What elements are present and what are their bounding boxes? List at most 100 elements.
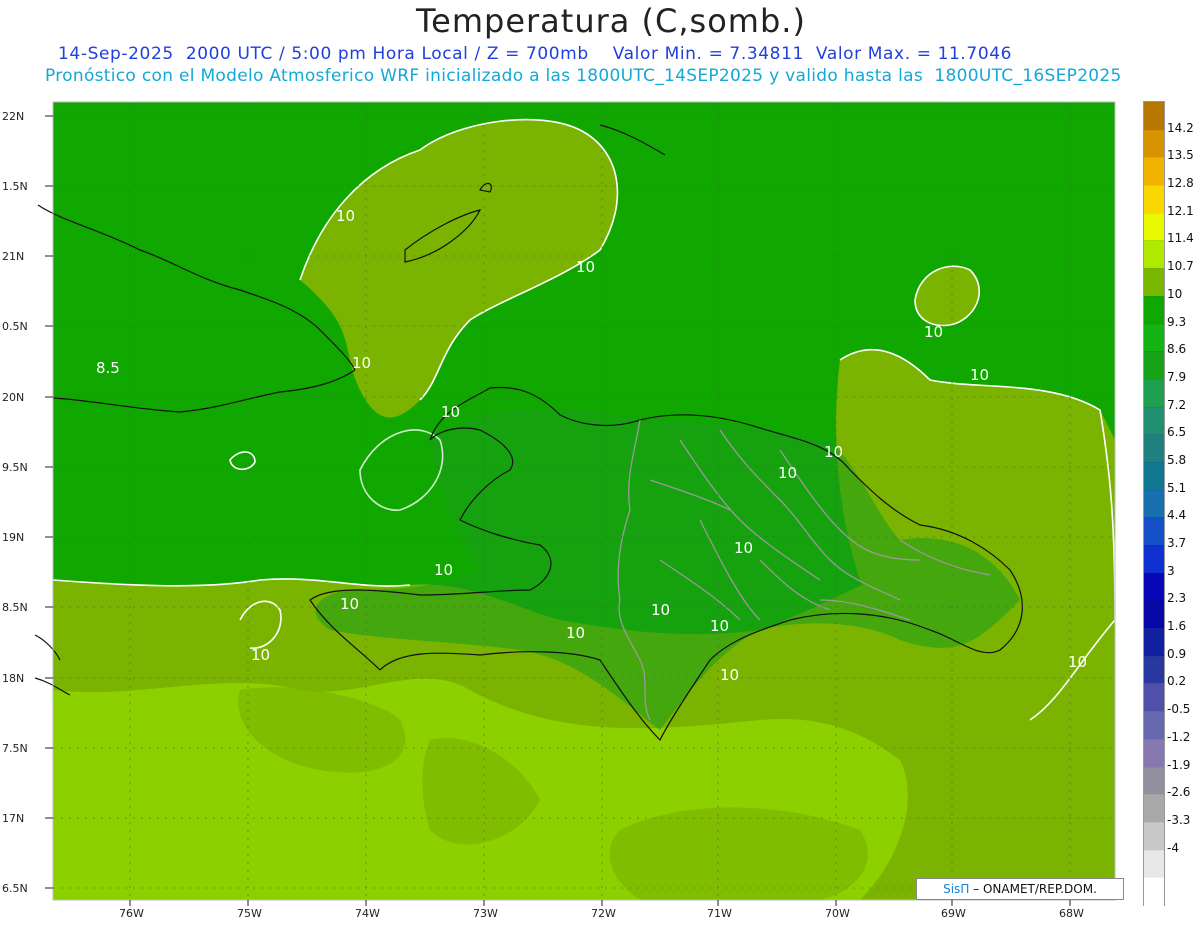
credit-text: – ONAMET/REP.DOM. xyxy=(973,882,1097,896)
contour-label: 10 xyxy=(1068,653,1087,671)
colorbar-label: 11.4 xyxy=(1167,231,1194,246)
colorbar-segment xyxy=(1144,877,1164,906)
contour-label: 10 xyxy=(734,539,753,557)
colorbar-segment xyxy=(1144,212,1164,242)
colorbar-segment xyxy=(1144,240,1164,270)
colorbar-segment xyxy=(1144,766,1164,796)
colorbar-label: 7.2 xyxy=(1167,397,1187,412)
lon-tick: 76W xyxy=(119,907,144,920)
colorbar-label: -0.5 xyxy=(1167,702,1191,717)
latitude-axis: 22N 1.5N 21N 0.5N 20N 9.5N 19N 8.5N 18N … xyxy=(2,110,53,895)
colorbar-segment xyxy=(1144,406,1164,436)
contour-label: 10 xyxy=(720,666,739,684)
colorbar-segment xyxy=(1144,849,1164,879)
lon-tick: 68W xyxy=(1059,907,1084,920)
lat-tick: 18N xyxy=(2,672,24,685)
colorbar-segment xyxy=(1144,378,1164,408)
contour-label: 10 xyxy=(710,617,729,635)
colorbar-label: 0.2 xyxy=(1167,674,1187,689)
colorbar-label: -2.6 xyxy=(1167,785,1191,800)
colorbar xyxy=(1143,101,1165,906)
lon-tick: 75W xyxy=(237,907,262,920)
colorbar-label: 3.7 xyxy=(1167,536,1187,551)
longitude-axis: 76W 75W 74W 73W 72W 71W 70W 69W 68W xyxy=(119,900,1084,920)
lon-tick: 69W xyxy=(941,907,966,920)
contour-label: 10 xyxy=(566,624,585,642)
colorbar-segment xyxy=(1144,323,1164,353)
lat-tick: 19N xyxy=(2,531,24,544)
lat-tick: 17N xyxy=(2,812,24,825)
lon-tick: 74W xyxy=(355,907,380,920)
colorbar-segment xyxy=(1144,600,1164,630)
colorbar-segment xyxy=(1144,572,1164,602)
colorbar-label: -1.9 xyxy=(1167,757,1191,772)
lon-tick: 72W xyxy=(591,907,616,920)
colorbar-label: 12.8 xyxy=(1167,176,1194,191)
colorbar-segment xyxy=(1144,129,1164,159)
colorbar-segment xyxy=(1144,738,1164,768)
colorbar-label: -4 xyxy=(1167,840,1179,855)
contour-label: 10 xyxy=(970,366,989,384)
colorbar-label: 4.4 xyxy=(1167,508,1187,523)
colorbar-segment xyxy=(1144,157,1164,187)
colorbar-segment xyxy=(1144,683,1164,713)
temperature-map: 10 10 10 10 10 10 10 10 10 10 10 10 10 1… xyxy=(2,101,1116,920)
lat-tick: 1.5N xyxy=(2,180,28,193)
contour-label: 10 xyxy=(824,443,843,461)
contour-label: 10 xyxy=(352,354,371,372)
lat-tick: 21N xyxy=(2,250,24,263)
lat-tick: 8.5N xyxy=(2,601,28,614)
colorbar-label: 3 xyxy=(1167,563,1175,578)
colorbar-label: 13.5 xyxy=(1167,148,1194,163)
lat-tick: 22N xyxy=(2,110,24,123)
lat-tick: 0.5N xyxy=(2,320,28,333)
lat-tick: 9.5N xyxy=(2,461,28,474)
colorbar-label: -3.3 xyxy=(1167,812,1191,827)
colorbar-segment xyxy=(1144,461,1164,491)
colorbar-label: 7.9 xyxy=(1167,369,1187,384)
colorbar-segment xyxy=(1144,655,1164,685)
colorbar-segment xyxy=(1144,711,1164,740)
contour-label: 10 xyxy=(651,601,670,619)
colorbar-label: -1.2 xyxy=(1167,729,1191,744)
colorbar-segment xyxy=(1144,434,1164,463)
contour-label: 10 xyxy=(924,323,943,341)
lon-tick: 70W xyxy=(825,907,850,920)
colorbar-label: 10.7 xyxy=(1167,259,1194,274)
colorbar-label: 9.3 xyxy=(1167,314,1187,329)
colorbar-label: 2.3 xyxy=(1167,591,1187,606)
lat-tick: 7.5N xyxy=(2,742,28,755)
colorbar-segment xyxy=(1144,517,1164,547)
contour-label: 10 xyxy=(441,403,460,421)
colorbar-segment xyxy=(1144,794,1164,823)
colorbar-segment xyxy=(1144,185,1164,214)
lon-tick: 73W xyxy=(473,907,498,920)
contour-label: 10 xyxy=(340,595,359,613)
contour-label: 10 xyxy=(576,258,595,276)
contour-label: 10 xyxy=(251,646,270,664)
contour-label: 8.5 xyxy=(96,359,120,377)
colorbar-segment xyxy=(1144,268,1164,297)
colorbar-label: 12.1 xyxy=(1167,203,1194,218)
lat-tick: 6.5N xyxy=(2,882,28,895)
colorbar-label: 10 xyxy=(1167,286,1183,301)
colorbar-segment xyxy=(1144,821,1164,851)
colorbar-label: 8.6 xyxy=(1167,342,1187,357)
colorbar-segment xyxy=(1144,102,1164,131)
credit-brand: SisΠ xyxy=(943,882,970,896)
colorbar-segment xyxy=(1144,351,1164,380)
colorbar-label: 0.9 xyxy=(1167,646,1187,661)
credit-box: SisΠ – ONAMET/REP.DOM. xyxy=(916,878,1124,900)
contour-label: 10 xyxy=(778,464,797,482)
contour-label: 10 xyxy=(336,207,355,225)
colorbar-label: 5.8 xyxy=(1167,452,1187,467)
colorbar-label: 14.2 xyxy=(1167,120,1194,135)
contour-label: 10 xyxy=(434,561,453,579)
colorbar-label: 1.6 xyxy=(1167,619,1187,634)
colorbar-label: 5.1 xyxy=(1167,480,1187,495)
colorbar-label: 6.5 xyxy=(1167,425,1187,440)
lat-tick: 20N xyxy=(2,391,24,404)
colorbar-segment xyxy=(1144,489,1164,519)
colorbar-segment xyxy=(1144,545,1164,574)
lon-tick: 71W xyxy=(707,907,732,920)
